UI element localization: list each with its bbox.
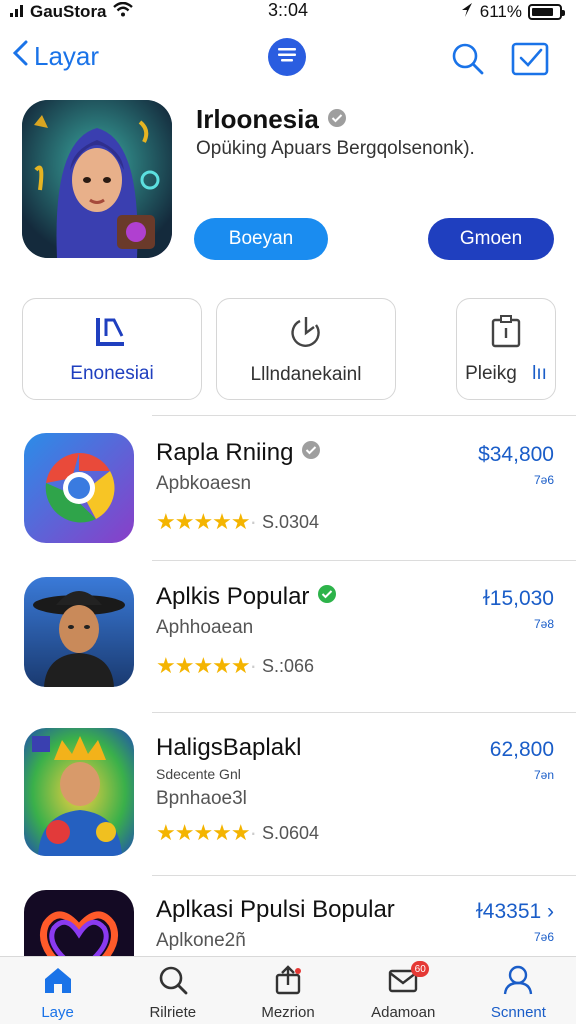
divider (152, 415, 576, 416)
featured-title: Irloonesia (196, 104, 347, 135)
app-price-sub: 7ən (533, 768, 554, 782)
app-rating: ★★★★★· S.0604 (156, 820, 319, 846)
cowboy-app-icon (24, 577, 134, 687)
divider (152, 712, 576, 713)
app-rating: ★★★★★· S.0304 (156, 509, 319, 535)
category-label: Enonesiai (70, 362, 154, 384)
category-label: Lllndanekainl (250, 363, 362, 385)
app-developer: Apbkoaesn (156, 473, 252, 494)
category-label-text: Pleikg (465, 362, 517, 384)
app-price: ɫ43351 › (475, 900, 554, 923)
back-label: Layar (34, 41, 100, 71)
featured-subtitle: Opüking Apuars Bergqolsenonk). (196, 138, 475, 159)
featured-app-icon[interactable] (22, 100, 172, 258)
location-icon (460, 2, 474, 23)
mail-icon: 60 (387, 961, 430, 1000)
tab-updates[interactable]: Mezrion (230, 957, 345, 1024)
app-developer: Aphhoaean (156, 617, 254, 638)
verified-icon (327, 104, 347, 135)
power-icon (288, 313, 324, 354)
divider (152, 560, 576, 561)
app-row[interactable]: Aplkasi Ppulsi Bopular Aplkone2ñ ɫ43351 … (0, 890, 576, 956)
home-icon (42, 965, 74, 1000)
app-name: Rapla Rniing (156, 439, 321, 467)
checklist-button[interactable] (510, 40, 550, 78)
tab-label: Rilriete (149, 1004, 197, 1021)
wifi-icon (112, 1, 133, 22)
app-row[interactable]: HaligsBaplakl Sdecente Gnl Bpnhaoe3l ★★★… (0, 728, 576, 858)
heart-app-icon (24, 890, 134, 956)
tab-account[interactable]: Scnnent (461, 957, 576, 1024)
app-name-text: Aplkasi Ppulsi Bopular (156, 896, 395, 923)
battery-label: 611% (479, 2, 522, 21)
app-name-text: Rapla Rniing (156, 439, 294, 466)
app-price-sub: 7ə8 (533, 617, 554, 631)
category-extra: lıı (532, 362, 547, 384)
app-developer: Aplkone2ñ (156, 930, 246, 951)
tab-label: Scnnent (490, 1004, 546, 1021)
clipboard-icon (490, 314, 522, 353)
rating-text: S.:066 (261, 655, 314, 676)
star-rating-icon: ★★★★★· (156, 653, 257, 678)
search-icon (157, 965, 189, 1000)
featured-app: Irloonesia Opüking Apuars Bergqolsenonk)… (0, 96, 576, 266)
category-card-3[interactable]: Pleikg lıı (456, 298, 556, 400)
tab-label: Adamoan (371, 1004, 436, 1021)
tab-search[interactable]: Rilriete (115, 957, 230, 1024)
notification-badge: 60 (411, 961, 430, 977)
chevron-left-icon (12, 40, 28, 73)
back-button[interactable]: Layar (12, 40, 99, 73)
app-name: HaligsBaplakl (156, 734, 301, 762)
app-developer: Bpnhaoe3l (156, 788, 247, 809)
rating-text: S.0604 (261, 822, 320, 843)
divider (152, 875, 576, 876)
open-button[interactable]: Gmoen (428, 218, 554, 260)
featured-title-text: Irloonesia (196, 104, 319, 134)
star-rating-icon: ★★★★★· (156, 509, 257, 534)
status-bar: GauStora 3::04 611% (0, 0, 576, 24)
tab-bar: Laye Rilriete Mezrion 60 Adamoan Scnnent (0, 956, 576, 1024)
app-name: Aplkasi Ppulsi Bopular (156, 896, 395, 924)
category-label: Pleikg lıı (465, 363, 547, 385)
book-icon (94, 314, 130, 353)
app-subtitle: Sdecente Gnl (156, 766, 241, 782)
app-row[interactable]: Rapla Rniing Apbkoaesn ★★★★★· S.0304 $34… (0, 433, 576, 563)
app-price: ɫ15,030 (482, 587, 554, 610)
app-name: Aplkis Popular (156, 583, 337, 611)
get-button[interactable]: Boeyan (194, 218, 328, 260)
verified-icon (301, 439, 321, 467)
app-rating: ★★★★★· S.:066 (156, 653, 314, 679)
checkbox-icon (510, 42, 550, 82)
battery-icon (528, 4, 565, 20)
app-name-text: Aplkis Popular (156, 583, 310, 610)
app-price-sub: 7ə6 (533, 930, 554, 944)
search-button[interactable] (448, 40, 486, 78)
app-price: 62,800 (489, 738, 554, 761)
tab-label: Mezrion (261, 1004, 315, 1021)
nav-bar: Layar (0, 34, 576, 84)
star-rating-icon: ★★★★★· (156, 820, 257, 845)
category-card-2[interactable]: Lllndanekainl (216, 298, 396, 400)
chrome-app-icon (24, 433, 134, 543)
signal-icon (10, 2, 24, 22)
category-card-1[interactable]: Enonesiai (22, 298, 202, 400)
time-label: 3::04 (268, 0, 309, 20)
tab-label: Laye (41, 1004, 74, 1021)
app-name-text: HaligsBaplakl (156, 734, 302, 761)
app-price-sub: 7ə6 (533, 473, 554, 487)
rating-text: S.0304 (261, 511, 320, 532)
app-row[interactable]: Aplkis Popular Aphhoaean ★★★★★· S.:066 ɫ… (0, 577, 576, 707)
verified-icon (317, 583, 337, 611)
king-game-app-icon (24, 728, 134, 856)
person-icon (502, 965, 534, 1000)
search-icon (448, 43, 486, 82)
tab-home[interactable]: Laye (0, 957, 115, 1024)
carrier-label: GauStora (30, 2, 107, 21)
tab-messages[interactable]: 60 Adamoan (346, 957, 461, 1024)
list-icon (276, 46, 298, 69)
menu-button[interactable] (268, 38, 306, 76)
share-icon (272, 965, 304, 1000)
app-price: $34,800 (478, 443, 554, 466)
